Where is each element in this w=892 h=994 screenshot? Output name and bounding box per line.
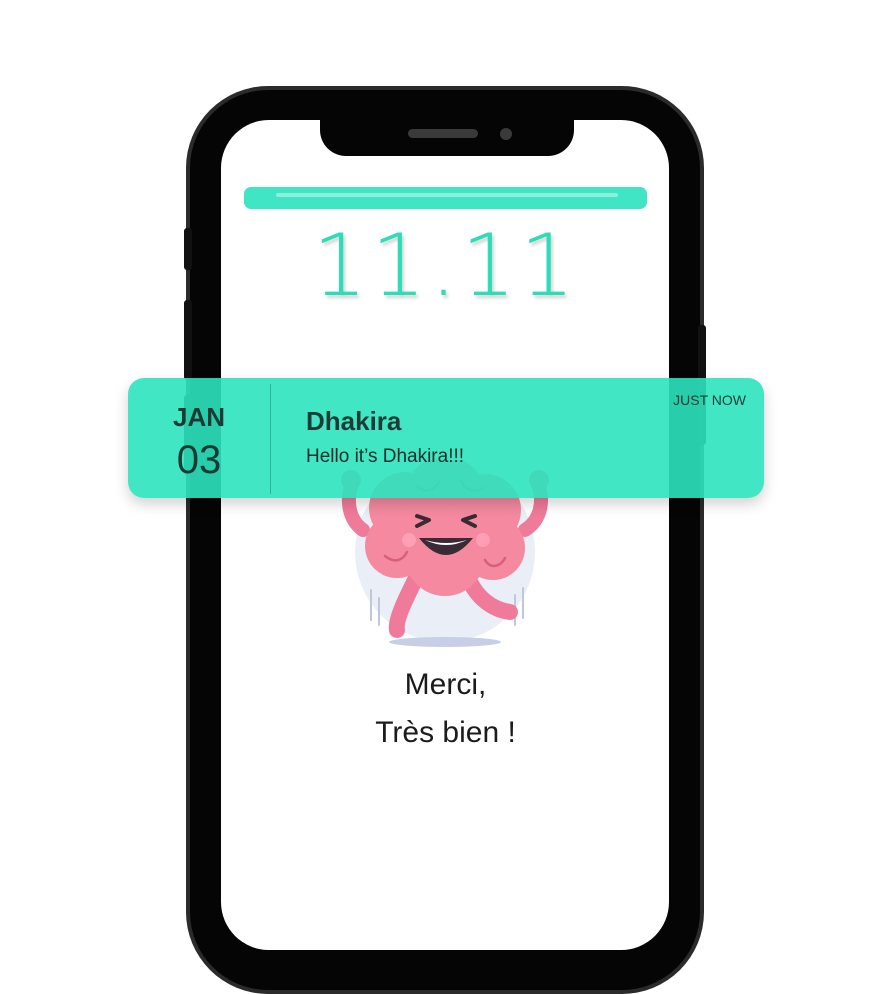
notification-message: Hello it’s Dhakira!!! bbox=[306, 446, 465, 467]
screen-message-line2: Très bien ! bbox=[375, 716, 516, 749]
notification-sender: Dhakira bbox=[306, 406, 402, 436]
notification-divider bbox=[270, 384, 271, 494]
notification-banner[interactable]: JAN 03 Dhakira Hello it’s Dhakira!!! JUS… bbox=[128, 378, 764, 498]
status-bar-highlight bbox=[276, 193, 618, 197]
screen-message-line1: Merci, bbox=[404, 668, 487, 701]
volume-up-button bbox=[184, 300, 192, 380]
notification-timestamp: JUST NOW bbox=[673, 392, 746, 408]
notification-month: JAN bbox=[172, 402, 225, 432]
notification-day: 03 bbox=[176, 438, 222, 482]
speaker-grille bbox=[408, 129, 478, 138]
lockscreen-clock: 11.11 bbox=[312, 216, 579, 316]
mute-switch bbox=[184, 228, 192, 270]
front-camera bbox=[500, 128, 512, 140]
status-bar bbox=[244, 187, 647, 209]
